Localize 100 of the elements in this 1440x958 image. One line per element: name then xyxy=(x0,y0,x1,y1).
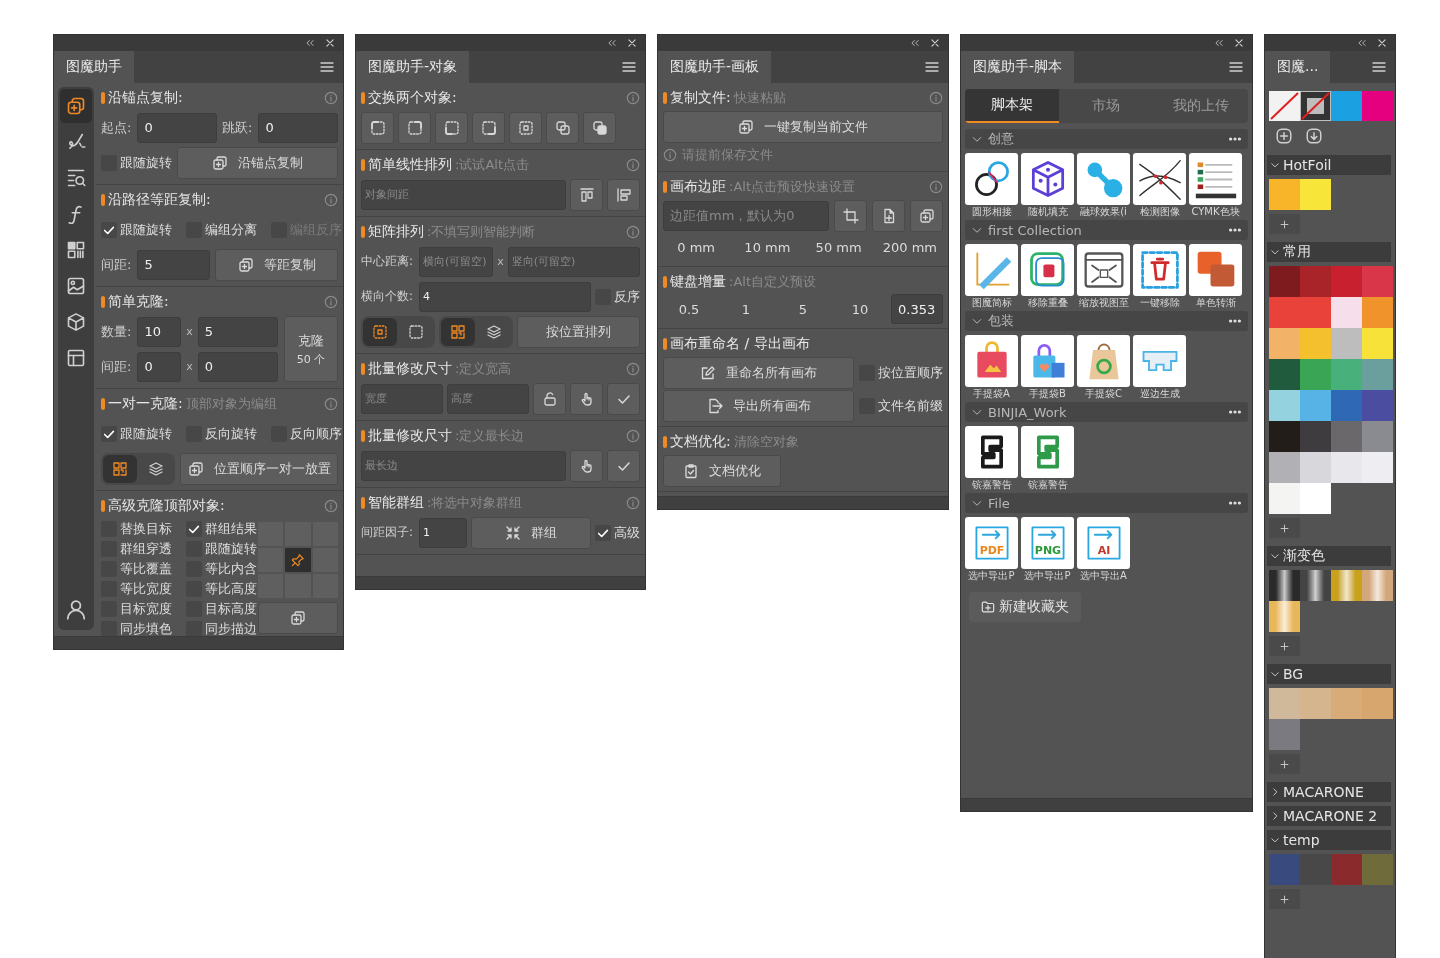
toggle-button[interactable] xyxy=(441,317,475,346)
color-swatch[interactable] xyxy=(1331,359,1362,390)
color-swatch[interactable] xyxy=(1269,854,1300,885)
input-field[interactable]: 0 xyxy=(197,351,278,382)
script-tile[interactable]: PNG xyxy=(1021,517,1074,569)
group-header[interactable]: File xyxy=(965,493,1248,513)
input-field[interactable]: 10 xyxy=(137,316,182,347)
color-swatch[interactable] xyxy=(1300,452,1331,483)
double-chevron-icon[interactable] xyxy=(607,38,617,48)
action-button[interactable]: 群组 xyxy=(471,516,591,549)
tool-button[interactable] xyxy=(258,602,338,634)
script-tile[interactable] xyxy=(1133,335,1186,387)
checkbox[interactable] xyxy=(101,221,117,238)
color-swatch[interactable] xyxy=(1362,91,1393,121)
group-header[interactable]: 渐变色 xyxy=(1267,546,1391,566)
action-button[interactable]: 一键复制当前文件 xyxy=(663,110,943,143)
script-tile[interactable] xyxy=(1189,244,1242,296)
preset-button[interactable]: 200 mm xyxy=(876,232,943,262)
add-swatch-button[interactable] xyxy=(1269,214,1300,234)
input-field[interactable]: 高度 xyxy=(447,383,529,414)
input-field[interactable]: 宽度 xyxy=(361,383,443,414)
group-header[interactable]: temp xyxy=(1267,830,1391,850)
action-button[interactable]: 重命名所有画布 xyxy=(663,356,854,389)
color-swatch[interactable] xyxy=(1362,390,1393,421)
input-field[interactable]: 5 xyxy=(197,316,278,347)
tool-button[interactable] xyxy=(472,111,505,144)
action-button[interactable]: 沿锚点复制 xyxy=(177,146,338,179)
group-header[interactable]: 常用 xyxy=(1267,242,1391,262)
panel-tab[interactable]: 图魔助手-画板 xyxy=(658,51,772,83)
color-swatch[interactable] xyxy=(1331,91,1362,121)
input-field[interactable]: 0 xyxy=(137,112,217,143)
tool-button[interactable] xyxy=(398,111,431,144)
script-tile[interactable] xyxy=(1021,244,1074,296)
tab[interactable]: 脚本架 xyxy=(965,89,1060,123)
gradient-swatch[interactable] xyxy=(1269,570,1300,601)
script-tile[interactable] xyxy=(1021,426,1074,478)
resize-grip[interactable] xyxy=(658,496,948,509)
close-icon[interactable] xyxy=(1234,38,1244,48)
input-field[interactable]: 边距值mm，默认为0 xyxy=(663,200,829,231)
input-field[interactable]: 4 xyxy=(419,281,591,312)
close-icon[interactable] xyxy=(325,38,335,48)
tool-button[interactable] xyxy=(607,449,640,482)
color-swatch[interactable] xyxy=(1362,688,1393,719)
color-swatch[interactable] xyxy=(1300,359,1331,390)
preset-button[interactable]: 0.5 xyxy=(663,294,715,324)
resize-grip[interactable] xyxy=(961,798,1252,811)
color-swatch[interactable] xyxy=(1362,297,1393,328)
menu-icon[interactable] xyxy=(1228,59,1244,75)
tab[interactable]: 我的上传 xyxy=(1153,89,1248,123)
double-chevron-icon[interactable] xyxy=(305,38,315,48)
color-swatch[interactable] xyxy=(1331,421,1362,452)
color-swatch[interactable] xyxy=(1300,854,1331,885)
resize-grip[interactable] xyxy=(356,576,645,589)
double-chevron-icon[interactable] xyxy=(910,38,920,48)
color-swatch[interactable] xyxy=(1300,297,1331,328)
color-swatch[interactable] xyxy=(1269,421,1300,452)
input-field[interactable]: 0 xyxy=(258,112,338,143)
no-fill-swatch[interactable] xyxy=(1269,91,1300,121)
new-folder-button[interactable]: 新建收藏夹 xyxy=(969,592,1081,622)
tool-button[interactable] xyxy=(533,382,566,415)
color-swatch[interactable] xyxy=(1300,421,1331,452)
no-stroke-swatch[interactable] xyxy=(1300,91,1331,121)
double-chevron-icon[interactable] xyxy=(1357,38,1367,48)
script-tile[interactable]: AI xyxy=(1077,517,1130,569)
action-button[interactable]: 位置顺序一对一放置 xyxy=(180,452,338,485)
gradient-swatch[interactable] xyxy=(1331,570,1362,601)
checkbox[interactable] xyxy=(186,621,202,637)
close-icon[interactable] xyxy=(627,38,637,48)
panel-tab[interactable]: 图魔... xyxy=(1265,51,1331,83)
script-tile[interactable] xyxy=(1133,153,1186,205)
group-header[interactable]: BINJIA_Work xyxy=(965,402,1248,422)
group-header[interactable]: MACARONE xyxy=(1267,782,1391,802)
color-swatch[interactable] xyxy=(1269,297,1300,328)
panel-tab[interactable]: 图魔助手-脚本 xyxy=(961,51,1075,83)
color-swatch[interactable] xyxy=(1300,688,1331,719)
checkbox[interactable] xyxy=(101,621,117,637)
tool-button[interactable] xyxy=(583,111,616,144)
resize-grip[interactable] xyxy=(54,636,343,649)
preset-button[interactable]: 5 xyxy=(777,294,829,324)
checkbox[interactable] xyxy=(186,521,202,537)
input-field[interactable]: 5 xyxy=(137,249,210,280)
script-tile[interactable] xyxy=(1077,153,1130,205)
script-tile[interactable] xyxy=(965,426,1018,478)
sidebar-item[interactable] xyxy=(60,89,92,123)
color-swatch[interactable] xyxy=(1269,390,1300,421)
color-swatch[interactable] xyxy=(1362,266,1393,297)
close-icon[interactable] xyxy=(1377,38,1387,48)
tool-button[interactable] xyxy=(607,382,640,415)
color-swatch[interactable] xyxy=(1362,452,1393,483)
color-swatch[interactable] xyxy=(1331,328,1362,359)
plus-square-icon[interactable] xyxy=(1275,127,1293,145)
script-tile[interactable] xyxy=(965,244,1018,296)
preset-button[interactable]: 50 mm xyxy=(805,232,872,262)
color-swatch[interactable] xyxy=(1269,719,1300,750)
script-tile[interactable] xyxy=(965,153,1018,205)
preset-button[interactable]: 10 xyxy=(834,294,886,324)
script-tile[interactable] xyxy=(965,335,1018,387)
add-swatch-button[interactable] xyxy=(1269,636,1300,656)
action-button[interactable]: 文档优化 xyxy=(663,454,781,487)
double-chevron-icon[interactable] xyxy=(1214,38,1224,48)
